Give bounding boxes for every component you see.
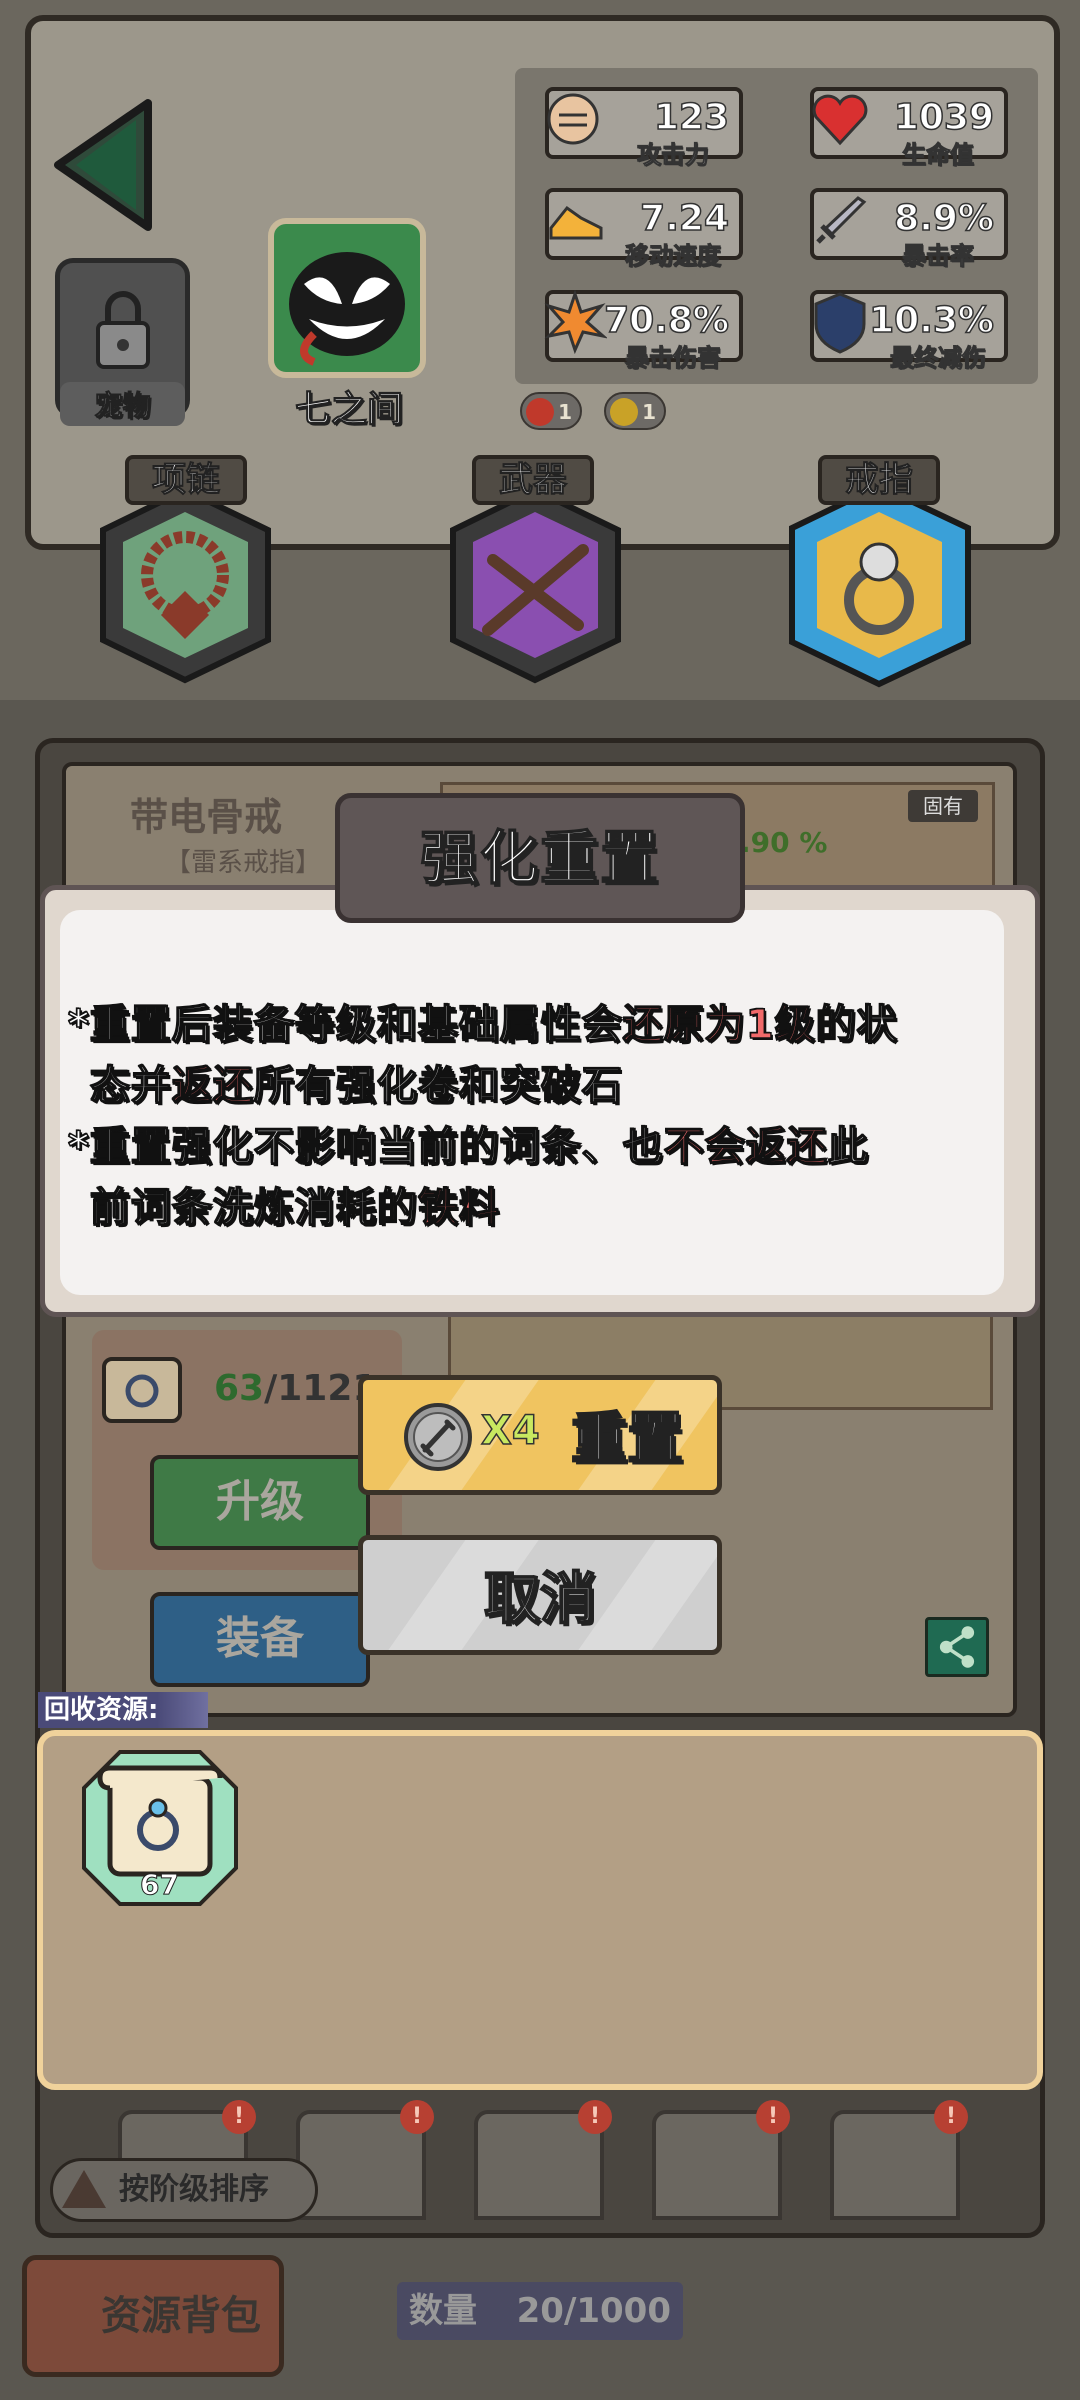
stat-value: 123 [653,96,730,139]
progress-current: 63 [214,1368,265,1409]
text-segment: 所有强化卷和突破石 [253,1062,623,1110]
recycle-item-count: 67 [140,1868,180,1902]
fist-icon [547,93,599,145]
sword-icon [816,196,867,244]
explosion-icon [544,290,607,354]
alert-icon: ! [578,2100,612,2134]
count-value: 20/1000 [516,2291,671,2331]
ring-scroll-icon [102,1357,182,1423]
stat-health: 1039 生命值 [810,87,1008,170]
shoe-icon [549,205,603,240]
dialog-text-line: 态并返还所有强化卷和突破石 [89,1053,623,1111]
attribute-percent: .90 % [740,826,828,859]
text-segment: *重置后装备等级和基础属性会 [67,1001,623,1049]
equip-button[interactable]: 装备 [150,1592,370,1687]
buff-count: 1 [558,400,572,424]
stat-damage-reduction: 10.3% 最终减伤 [810,290,1008,373]
triangle-icon [62,2170,106,2208]
text-segment: 此 [827,1123,869,1171]
lightning-buff[interactable]: 1 [604,392,666,430]
text-highlight: 铁料 [417,1184,500,1232]
recycle-label: 回收资源: [38,1692,208,1728]
filter-spiked-ring-2[interactable]: ! [830,2100,968,2220]
text-segment: *重置强化不影响当前的词条、也 [67,1123,664,1171]
filter-diamond-ring[interactable]: ! [296,2100,434,2220]
cancel-label: 取消 [483,1566,597,1633]
stat-label: 攻击力 [637,141,710,170]
stat-label: 暴击伤害 [625,344,722,373]
ring-scroll-icon [97,1765,223,1877]
buff-count: 1 [642,400,656,424]
stat-label: 暴击率 [902,242,975,271]
weapon-slot-title: 武器 [472,455,594,505]
alert-icon: ! [934,2100,968,2134]
character-avatar[interactable] [268,218,426,378]
text-segment: 前词条洗炼消耗的 [89,1184,418,1232]
text-highlight: 返还 [171,1062,254,1110]
stat-value: 8.9% [893,197,994,240]
reset-cost: X4 [480,1407,540,1455]
ring-slot-title: 戒指 [818,455,940,505]
resource-bag-button[interactable]: 资源背包 [22,2255,284,2377]
text-segment: 态并 [89,1062,172,1110]
cancel-button[interactable]: 取消 [358,1535,722,1655]
stat-value: 7.24 [639,197,729,240]
alert-icon: ! [756,2100,790,2134]
share-button[interactable] [925,1617,989,1677]
venom-avatar-icon [289,252,405,366]
share-icon [939,1626,975,1668]
filter-swirl-ring[interactable]: ! [474,2100,612,2220]
dialog-text-line: *重置强化不影响当前的词条、也不会返还此 [67,1114,869,1172]
back-arrow-button[interactable] [48,95,160,235]
character-name: 七之间 [294,389,403,431]
filter-spiked-ring[interactable]: ! [652,2100,790,2220]
shield-icon [814,292,866,354]
count-label: 数量 [409,2291,477,2331]
item-type: 【雷系戒指】 [165,848,322,878]
inventory-count: 数量 20/1000 [397,2282,683,2340]
stat-label: 生命值 [902,141,975,170]
reset-button[interactable]: X4 重置 [358,1375,722,1495]
sword-coin-icon [404,1403,472,1471]
text-highlight: 还原为1级 [622,1001,816,1049]
pet-label: 宠物 [60,382,185,426]
dialog-text-line: 前词条洗炼消耗的铁料 [89,1175,500,1233]
necklace-slot-title: 项链 [125,455,247,505]
lightning-buff-icon [610,398,638,426]
fire-buff-icon [526,398,554,426]
stat-value: 70.8% [603,299,729,342]
item-name: 带电骨戒 [130,795,283,839]
stat-crit-rate: 8.9% 暴击率 [810,188,1008,271]
ring-slot[interactable] [782,480,977,690]
stat-attack: 123 攻击力 [545,87,743,170]
alert-icon: ! [400,2100,434,2134]
weapon-slot[interactable] [438,480,633,690]
text-segment: 的状 [815,1001,898,1049]
fixed-badge: 固有 [908,790,978,822]
stat-value: 1039 [893,96,995,139]
reset-label: 重置 [570,1406,684,1473]
heart-icon [812,94,868,146]
stat-crit-damage: 70.8% 暴击伤害 [544,290,743,373]
dialog-title: 强化重置 [335,793,745,923]
stat-label: 移动速度 [625,242,722,271]
stat-label: 最终减伤 [890,344,987,373]
necklace-slot[interactable] [88,480,283,690]
stat-value: 10.3% [868,299,994,342]
fire-buff[interactable]: 1 [520,392,582,430]
upgrade-button[interactable]: 升级 [150,1455,370,1550]
dialog-text-line: *重置后装备等级和基础属性会还原为1级的状 [67,992,898,1050]
text-highlight: 不会返还 [663,1123,828,1171]
stat-move-speed: 7.24 移动速度 [545,188,743,271]
upgrade-progress: 63/1121 [214,1368,377,1409]
alert-icon: ! [222,2100,256,2134]
